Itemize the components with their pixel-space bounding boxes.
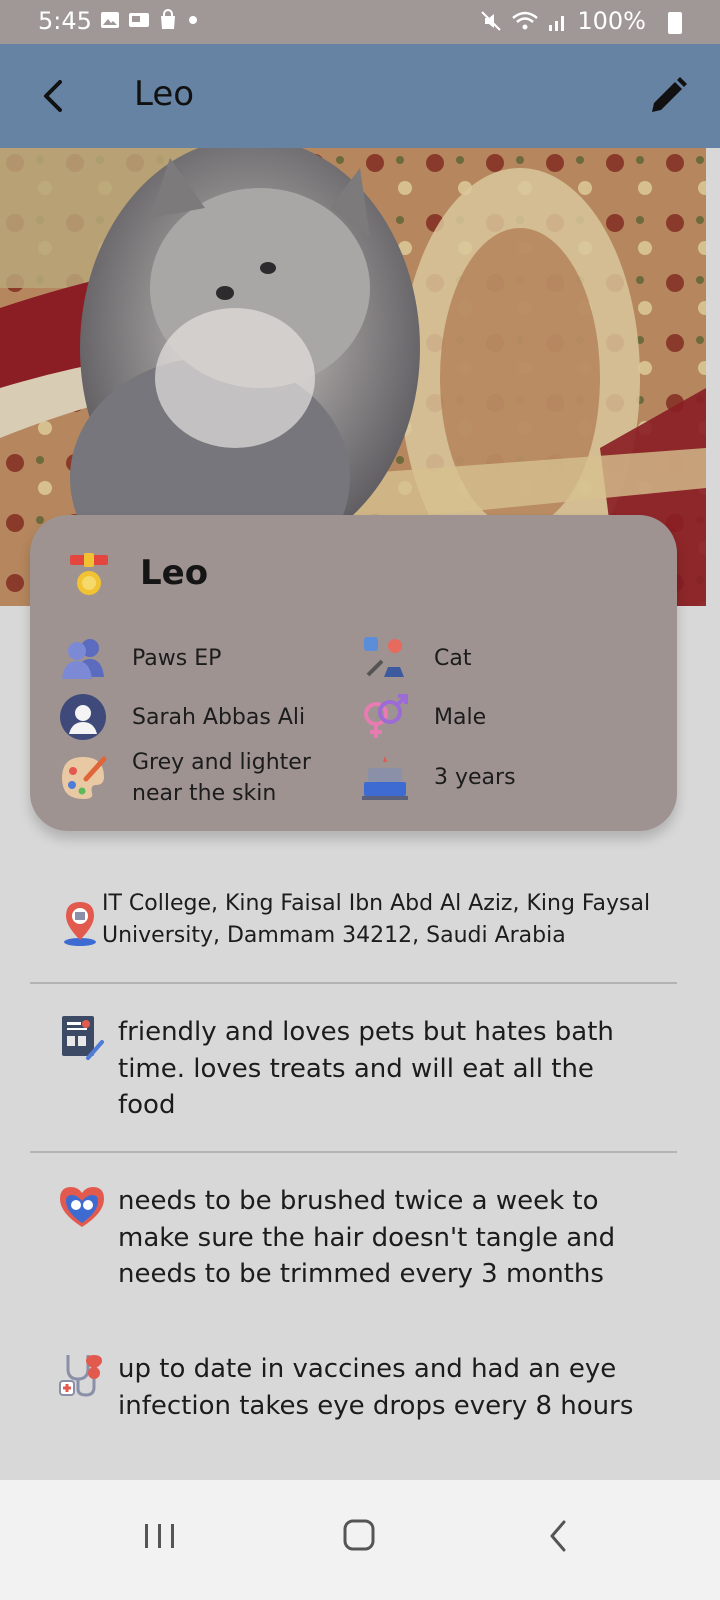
status-icons-left (100, 9, 200, 31)
signal-icon (549, 16, 565, 31)
system-nav-bar (0, 1480, 720, 1600)
care-row: needs to be brushed twice a week to make… (58, 1183, 658, 1293)
attr-group-value: Paws EP (132, 645, 222, 671)
attr-gender: Male (360, 692, 486, 742)
gender-icon (364, 694, 408, 738)
app-bar: Leo (0, 44, 720, 148)
back-arrow-icon (44, 80, 62, 112)
location-pin-icon (64, 902, 96, 946)
home-button[interactable] (330, 1506, 390, 1566)
attr-owner: Sarah Abbas Ali (58, 692, 305, 742)
divider (30, 982, 677, 984)
care-text: needs to be brushed twice a week to make… (118, 1186, 616, 1289)
wifi-icon (512, 11, 539, 30)
stethoscope-icon (59, 1355, 102, 1397)
medal-collar-icon (70, 553, 108, 595)
status-icons-right: 100% (479, 7, 672, 35)
back-button[interactable] (34, 74, 78, 118)
color-palette-icon (62, 756, 107, 799)
edit-button[interactable] (646, 74, 690, 118)
medical-row: up to date in vaccines and had an eye in… (58, 1351, 658, 1424)
sim-icon (129, 13, 149, 27)
attr-age-value: 3 years (434, 764, 516, 790)
personality-row: friendly and loves pets but hates bath t… (58, 1014, 658, 1124)
status-bar: 5:45 100% (0, 0, 720, 44)
mute-icon (481, 11, 502, 31)
recents-icon (145, 1524, 174, 1548)
address-text: IT College, King Faisal Ibn Abd Al Aziz,… (102, 891, 651, 948)
home-icon (343, 1519, 375, 1551)
battery-percent: 100% (577, 7, 646, 35)
pet-type-icon (364, 637, 404, 677)
medical-text: up to date in vaccines and had an eye in… (118, 1354, 634, 1421)
nav-back-button[interactable] (530, 1506, 590, 1566)
recents-button[interactable] (130, 1506, 190, 1566)
image-icon (101, 12, 119, 28)
divider (30, 1151, 677, 1153)
attr-age: 3 years (360, 752, 516, 802)
card-pet-name: Leo (140, 553, 209, 593)
pet-record-icon (62, 1016, 104, 1060)
attr-color: Grey and lighter near the skin (58, 747, 332, 809)
attr-gender-value: Male (434, 704, 487, 730)
dot-icon (189, 16, 197, 24)
heart-pets-icon (60, 1187, 104, 1227)
personality-text: friendly and loves pets but hates bath t… (118, 1017, 614, 1120)
back-icon (550, 1520, 566, 1552)
birthday-cake-icon (362, 756, 408, 800)
attr-owner-value: Sarah Abbas Ali (132, 704, 306, 730)
edit-pencil-icon (652, 77, 687, 112)
page-title: Leo (134, 74, 195, 114)
attr-color-value: Grey and lighter near the skin (132, 750, 311, 806)
attr-pet-type-value: Cat (434, 645, 472, 671)
attr-group: Paws EP (58, 633, 221, 683)
battery-icon (668, 12, 682, 34)
group-icon (62, 639, 104, 679)
bag-icon (161, 9, 175, 29)
address-row: IT College, King Faisal Ibn Abd Al Aziz,… (58, 888, 688, 952)
status-time: 5:45 (38, 7, 92, 35)
attr-pet-type: Cat (360, 633, 471, 683)
owner-avatar-icon (60, 694, 106, 740)
pet-info-card: Leo Paws EP Cat Sarah Abbas Ali Male Gre… (30, 515, 677, 831)
